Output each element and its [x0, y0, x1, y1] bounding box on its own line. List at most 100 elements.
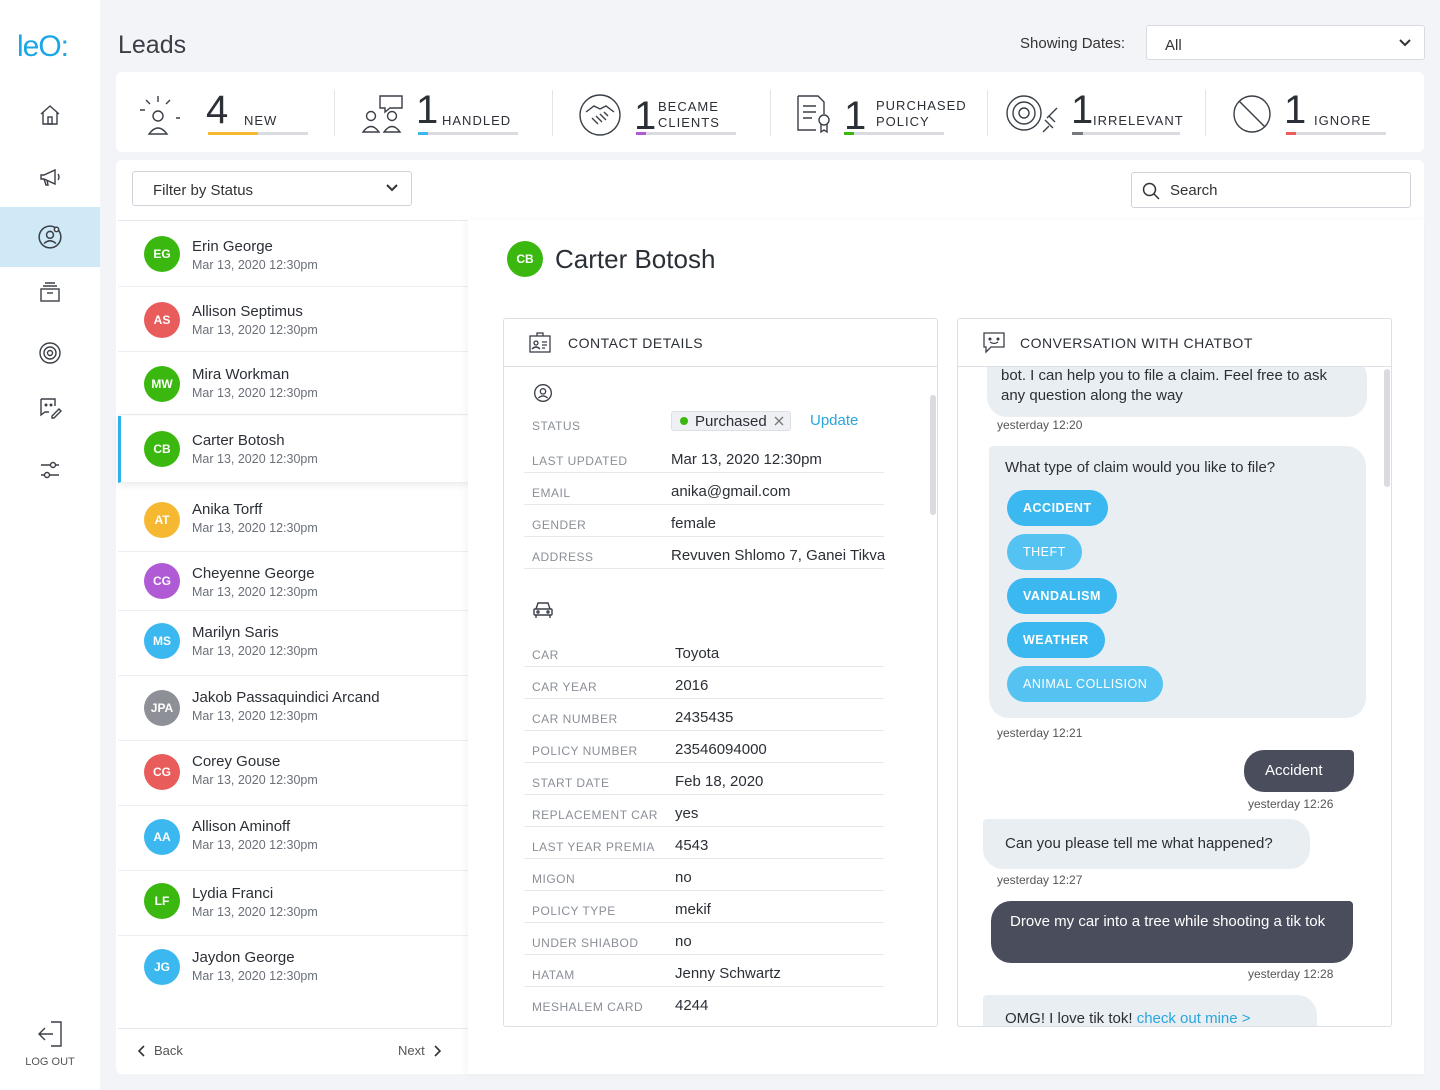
lead-item[interactable]: LF Lydia Franci Mar 13, 2020 12:30pm [118, 871, 468, 936]
field-row: MESHALEM CARD 4244 [524, 987, 884, 1019]
close-icon[interactable] [774, 416, 784, 426]
nav-leads[interactable] [0, 207, 100, 267]
lead-item[interactable]: AA Allison Aminoff Mar 13, 2020 12:30pm [118, 806, 468, 871]
stat-count: 1 [1071, 88, 1094, 132]
stat-label: IGNORE [1314, 113, 1372, 128]
user-circle-icon [534, 384, 552, 402]
field-value: Feb 18, 2020 [675, 773, 764, 790]
avatar: AA [144, 819, 180, 855]
nav-targets[interactable] [0, 323, 100, 383]
stat-bar [636, 132, 736, 135]
stat-bar-fill [1286, 132, 1296, 135]
lead-name: Cheyenne George [192, 565, 315, 582]
avatar: MW [144, 366, 180, 402]
contact-details-title: CONTACT DETAILS [568, 335, 704, 351]
lead-item[interactable]: CG Cheyenne George Mar 13, 2020 12:30pm [118, 552, 468, 611]
avatar: AT [144, 502, 180, 538]
dates-label: Showing Dates: [1020, 35, 1126, 52]
lead-item[interactable]: EG Erin George Mar 13, 2020 12:30pm [118, 221, 468, 287]
scrollbar[interactable] [1384, 369, 1390, 487]
option-theft-button[interactable]: THEFT [1007, 534, 1082, 570]
field-value: female [671, 515, 717, 532]
message-timestamp: yesterday 12:27 [997, 873, 1083, 887]
filter-by-status-select[interactable]: Filter by Status [132, 171, 412, 206]
lead-item[interactable]: MS Marilyn Saris Mar 13, 2020 12:30pm [118, 611, 468, 676]
stat-label-2: POLICY [876, 114, 930, 129]
contact-details-header: CONTACT DETAILS [504, 319, 937, 367]
nav-settings[interactable] [0, 440, 100, 500]
lead-name: Allison Septimus [192, 303, 303, 320]
field-value: yes [675, 805, 699, 822]
option-vandalism-button[interactable]: VANDALISM [1007, 578, 1117, 614]
lead-item[interactable]: CG Corey Gouse Mar 13, 2020 12:30pm [118, 741, 468, 806]
lead-item[interactable]: MW Mira Workman Mar 13, 2020 12:30pm [118, 352, 468, 415]
field-row: POLICY NUMBER 23546094000 [524, 731, 884, 763]
message-timestamp: yesterday 12:20 [997, 418, 1083, 432]
field-label: CAR [532, 648, 559, 662]
ban-icon [1233, 95, 1271, 133]
field-row: UNDER SHIABOD no [524, 923, 884, 955]
field-value: 23546094000 [675, 741, 767, 758]
lead-item[interactable]: JPA Jakob Passaquindici Arcand Mar 13, 2… [118, 676, 468, 741]
check-out-link[interactable]: check out mine > [1137, 1010, 1251, 1026]
lead-name: Anika Torff [192, 501, 263, 518]
divider [1205, 90, 1206, 136]
field-row: POLICY TYPE mekif [524, 891, 884, 923]
chat-bubble-icon [983, 332, 1005, 354]
field-value: 2016 [675, 677, 709, 694]
stat-label: BECAME [658, 99, 719, 114]
nav-chatbot[interactable] [0, 378, 100, 438]
lead-item[interactable]: AT Anika Torff Mar 13, 2020 12:30pm [118, 486, 468, 552]
next-button[interactable]: Next [398, 1043, 441, 1058]
field-row: ADDRESS Revuven Shlomo 7, Ganei Tikva [524, 537, 885, 569]
field-label: MESHALEM CARD [532, 1000, 644, 1014]
field-value: no [675, 933, 692, 950]
field-label: STATUS [532, 419, 581, 433]
lead-item-selected[interactable]: CB Carter Botosh Mar 13, 2020 12:30pm [118, 416, 468, 483]
lead-date: Mar 13, 2020 12:30pm [192, 452, 318, 466]
sidebar: leO: LOG OUT [0, 0, 100, 1090]
nav-archive[interactable] [0, 262, 100, 322]
stat-label: NEW [244, 113, 278, 128]
lead-item[interactable]: JG Jaydon George Mar 13, 2020 12:30pm [118, 936, 468, 1001]
field-label: POLICY NUMBER [532, 744, 638, 758]
stat-label: IRRELEVANT [1093, 113, 1184, 128]
search-icon [1142, 182, 1160, 200]
status-dot [680, 417, 688, 425]
dates-select[interactable]: All [1146, 25, 1425, 60]
update-status-link[interactable]: Update [810, 412, 858, 429]
back-button[interactable]: Back [138, 1043, 183, 1058]
field-label: GENDER [532, 518, 587, 532]
scrollbar[interactable] [930, 395, 936, 515]
field-row: EMAIL anika@gmail.com [524, 473, 884, 505]
stat-label: HANDLED [442, 113, 512, 128]
search-input[interactable] [1170, 180, 1400, 200]
option-accident-button[interactable]: ACCIDENT [1007, 490, 1108, 526]
sliders-icon [41, 461, 59, 479]
logout-icon [38, 1021, 62, 1047]
lead-name: Allison Aminoff [192, 818, 291, 835]
field-row: CAR NUMBER 2435435 [524, 699, 884, 731]
field-row: CAR Toyota [524, 635, 884, 667]
nav-campaigns[interactable] [0, 147, 100, 207]
avatar: CG [144, 563, 180, 599]
lead-name: Lydia Franci [192, 885, 274, 902]
lead-item[interactable]: AS Allison Septimus Mar 13, 2020 12:30pm [118, 287, 468, 352]
field-label: ADDRESS [532, 550, 594, 564]
option-weather-button[interactable]: WEATHER [1007, 622, 1105, 658]
field-label: START DATE [532, 776, 610, 790]
status-row: STATUS Purchased Update [524, 407, 884, 439]
avatar: JPA [144, 690, 180, 726]
bot-message: OMG! I love tik tok! check out mine > [983, 995, 1317, 1026]
stat-bar [1072, 132, 1180, 135]
lead-date: Mar 13, 2020 12:30pm [192, 585, 318, 599]
option-animal-collision-button[interactable]: ANIMAL COLLISION [1007, 666, 1164, 702]
avatar: LF [144, 883, 180, 919]
field-value: Jenny Schwartz [675, 965, 781, 982]
stat-count: 1 [416, 88, 439, 132]
logout-button[interactable]: LOG OUT [0, 1020, 100, 1068]
lead-name: Mira Workman [192, 366, 290, 383]
stat-bar-fill [418, 132, 428, 135]
nav-home[interactable] [0, 85, 100, 145]
leads-list: EG Erin George Mar 13, 2020 12:30pm AS A… [118, 220, 468, 1028]
